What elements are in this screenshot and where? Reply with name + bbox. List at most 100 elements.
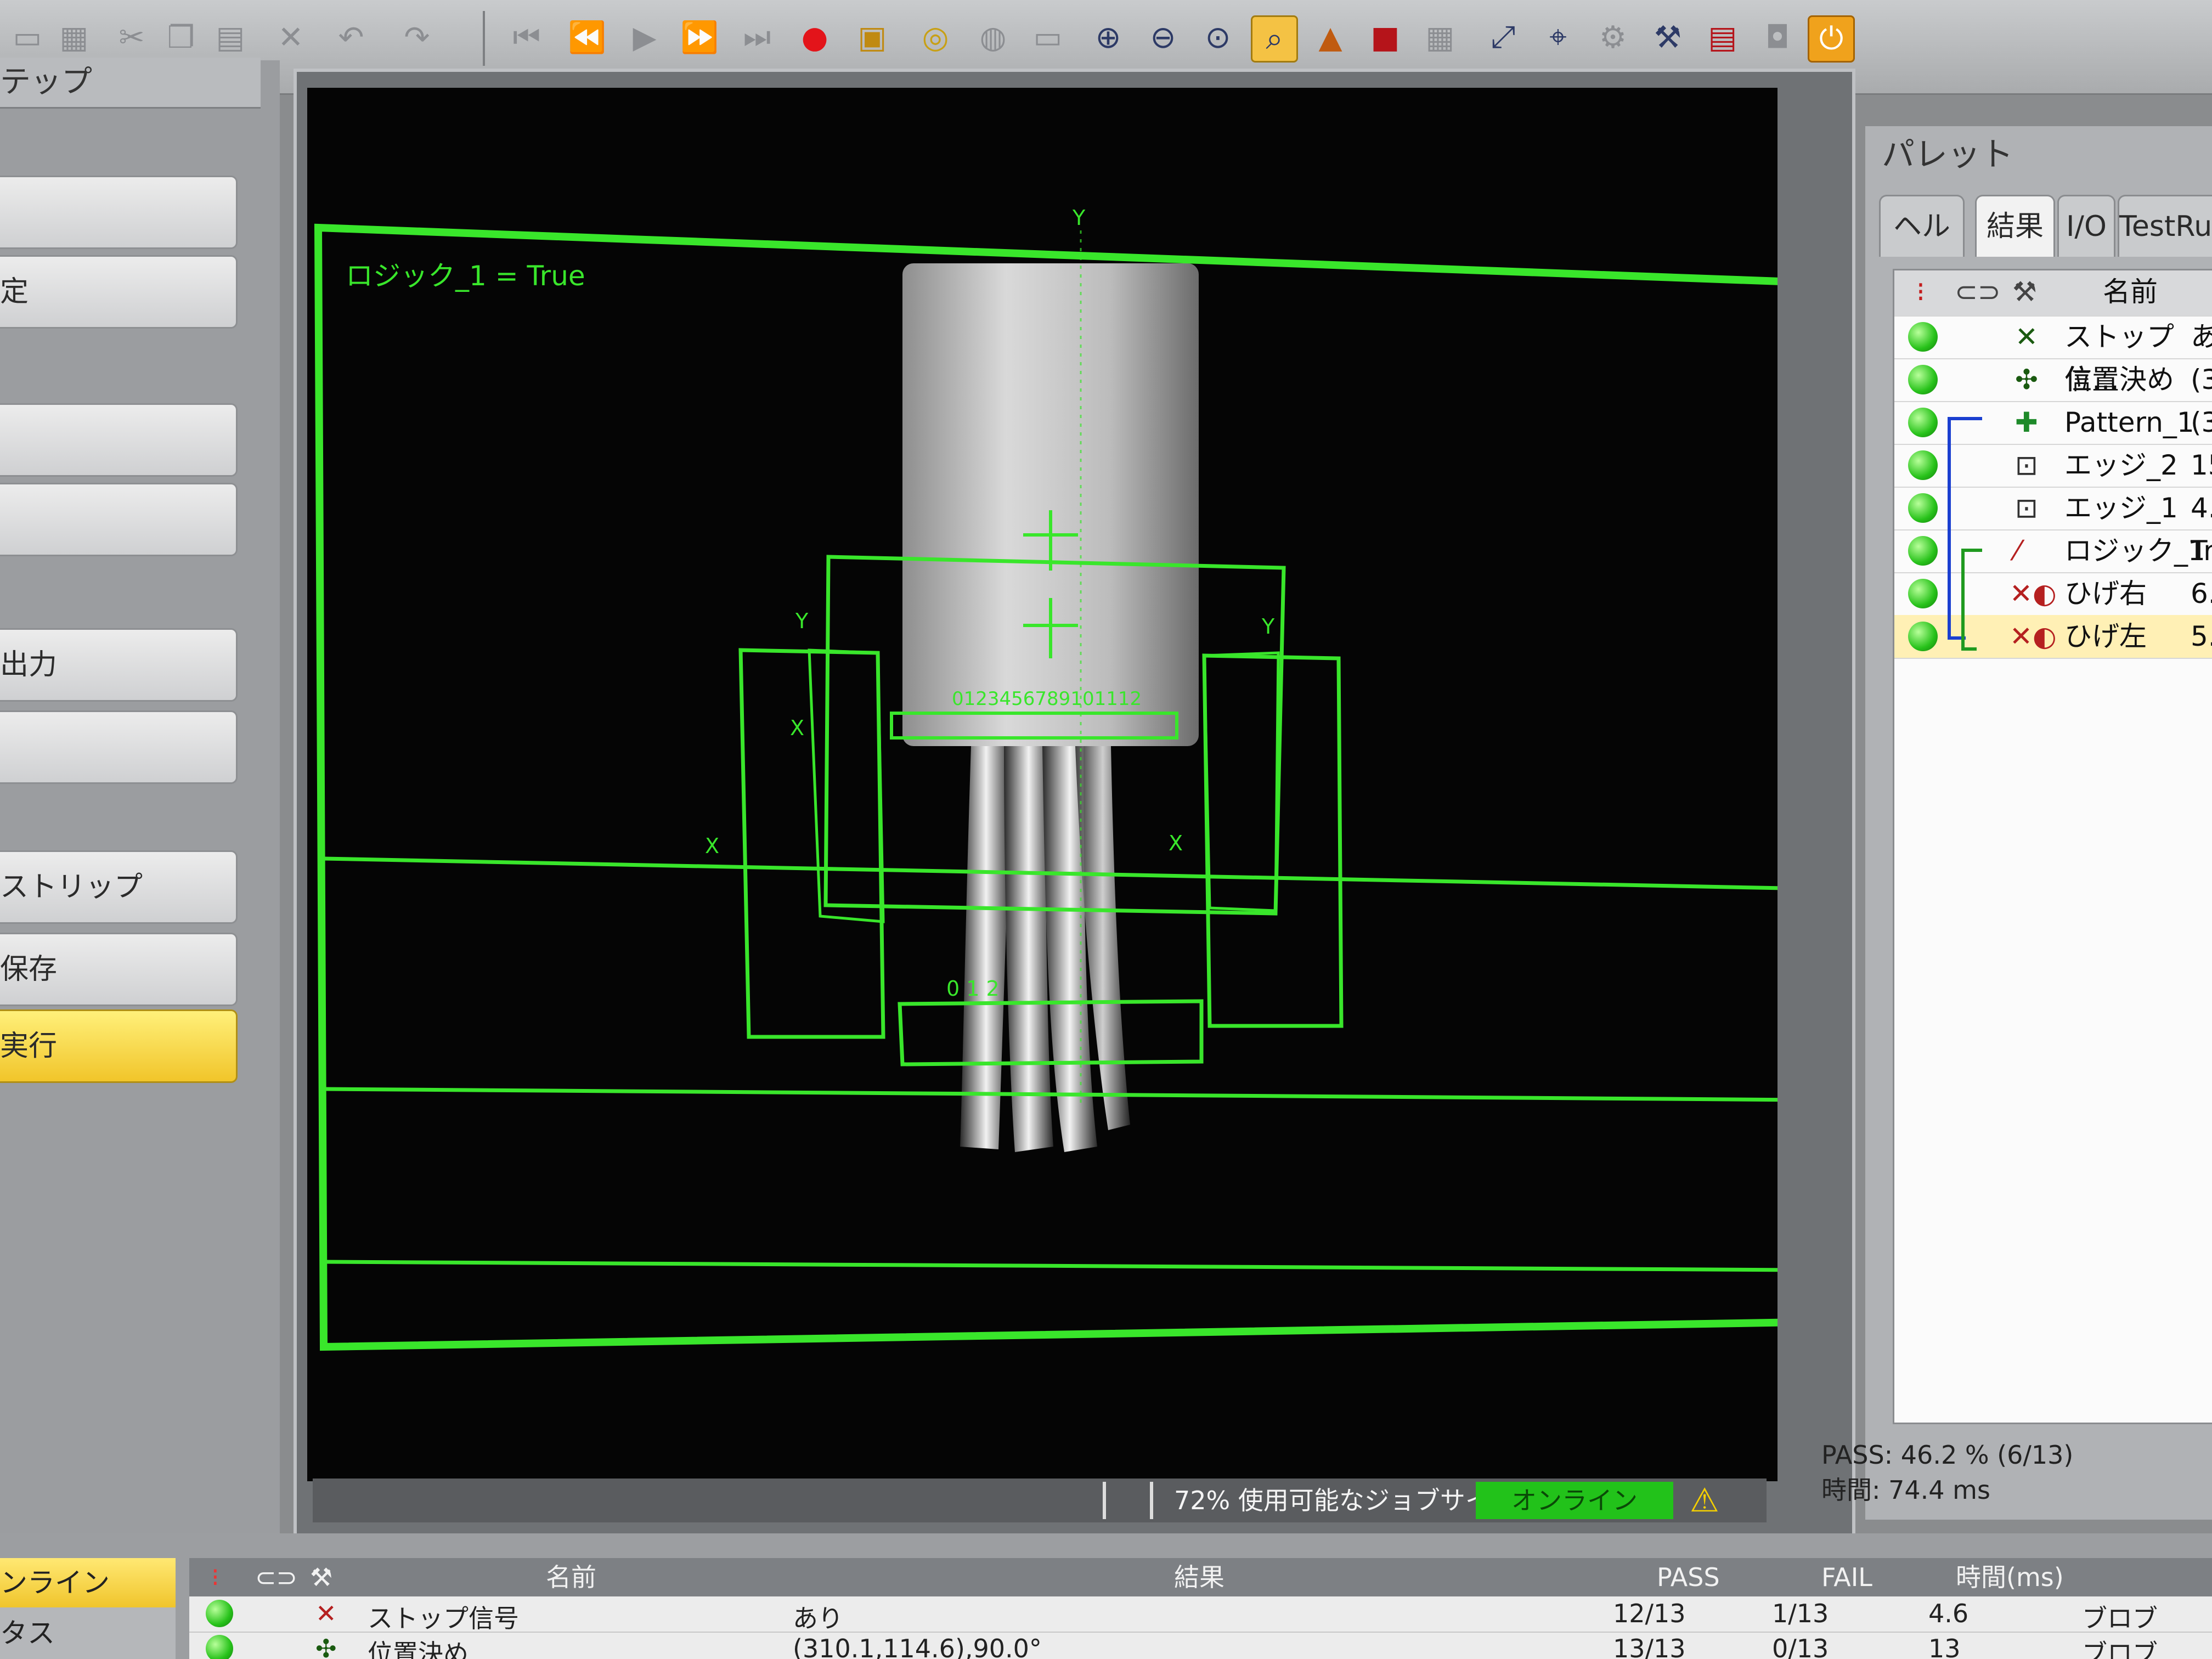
calibration-icon[interactable]: ⌖ — [1536, 15, 1580, 59]
io-icon[interactable]: ⚒ — [1646, 15, 1690, 59]
column-header-pass[interactable]: PASS — [1657, 1558, 1720, 1596]
execution-time-text: 時間: 74.4 ms — [1821, 1475, 1990, 1505]
list-item[interactable]: ✕◐ ひげ右 6.0 — [1894, 572, 2212, 616]
tab-testrun[interactable]: TestRun — [2118, 195, 2212, 257]
blob-tool-icon: ✕◐ — [2010, 578, 2057, 610]
undo-icon[interactable]: ↶ — [329, 15, 373, 59]
y-axis-label: Y — [1261, 614, 1275, 639]
image-icon[interactable]: ▦ — [52, 15, 96, 59]
tab-results[interactable]: 結果 — [1975, 195, 2055, 257]
column-header-name[interactable]: 名前 — [546, 1558, 596, 1596]
last-frame-icon[interactable]: ⏭ — [735, 15, 779, 59]
online-power-icon[interactable]: ⏻ — [1808, 15, 1855, 63]
row-time: 13 — [1928, 1634, 1961, 1659]
row-value: 5.0 — [2191, 620, 2212, 652]
table-row[interactable]: ✣ 位置決め (310.1,114.6),90.0° 13/13 0/13 13… — [189, 1633, 2212, 1659]
online-status: オンライン — [1476, 1482, 1673, 1519]
settings-icon[interactable]: ⚙ — [1591, 15, 1635, 59]
palette-summary: PASS: 46.2 % (6/13) 時間: 74.4 ms — [1821, 1437, 2073, 1508]
row-value: あ — [2191, 321, 2212, 353]
list-item[interactable]: ⁄ ロジック_1 Tr — [1894, 529, 2212, 573]
pass-rate-text: PASS: 46.2 % (6/13) — [1821, 1440, 2074, 1470]
delete-icon[interactable]: ✕ — [269, 15, 313, 59]
row-value: 15 — [2191, 449, 2212, 481]
folder-icon[interactable]: ▣ — [850, 15, 894, 59]
tab-status[interactable]: タス — [0, 1607, 176, 1659]
row-fail: 1/13 — [1772, 1599, 1829, 1628]
step-button-1[interactable] — [0, 176, 238, 249]
list-item[interactable]: ✣ 位置決め (3 — [1894, 358, 2212, 402]
list-item[interactable]: ✕ ストップ信… あ — [1894, 315, 2212, 396]
live-icon[interactable]: ◍ — [971, 15, 1015, 59]
tab-io[interactable]: I/O — [2057, 195, 2115, 257]
zoom-fit-icon[interactable]: ⌕ — [1251, 15, 1298, 63]
pass-led-icon — [1908, 493, 1938, 523]
fast-forward-icon[interactable]: ⏩ — [678, 15, 721, 59]
open-icon[interactable]: ▭ — [5, 15, 49, 59]
fit-window-icon[interactable]: ⤢ — [1481, 15, 1525, 59]
list-item-selected[interactable]: ✕◐ ひげ左 5.0 — [1894, 615, 2212, 659]
warning-icon[interactable]: ⚠ — [1690, 1482, 1728, 1519]
tab-help[interactable]: ヘルプ — [1879, 195, 1965, 303]
report-icon[interactable]: ▤ — [1701, 15, 1745, 59]
zoom-in-icon[interactable]: ⊕ — [1086, 15, 1130, 59]
edge-2-index-label: 0123456789101112 — [952, 688, 1142, 710]
step-button-3[interactable] — [0, 403, 238, 477]
camera-image-view[interactable]: ロジック_1 = True Y Y Y X X X 01234567891011… — [307, 88, 1815, 1481]
step-button-2[interactable]: 定 — [0, 255, 238, 329]
blob-tool-icon: ✕ — [2015, 321, 2038, 353]
pass-led-icon — [1908, 322, 1938, 352]
rewind-icon[interactable]: ⏪ — [565, 15, 609, 59]
row-pass: 12/13 — [1613, 1599, 1686, 1628]
column-header-result[interactable]: 結果 — [1174, 1558, 1224, 1596]
record-icon[interactable]: ● — [793, 15, 837, 59]
copy-icon[interactable]: ❐ — [159, 15, 203, 59]
results-table-header: ⁝ ⊂⊃ ⚒ 名前 結果 PASS FAIL 時間(ms) — [189, 1558, 2212, 1596]
step-button-save[interactable]: 保存 — [0, 933, 238, 1006]
step-button-5[interactable]: 出力 — [0, 628, 238, 702]
zoom-one-icon[interactable]: ⊙ — [1196, 15, 1240, 59]
grid-icon[interactable]: ▦ — [1418, 15, 1462, 59]
emulator-icon[interactable]: ◘ — [1756, 15, 1799, 59]
logic-tool-icon: ⁄ — [2015, 535, 2020, 567]
step-button-6[interactable] — [0, 710, 238, 784]
column-header-fail[interactable]: FAIL — [1821, 1558, 1872, 1596]
column-header-time[interactable]: 時間(ms) — [1956, 1558, 2064, 1596]
results-list-header: ⁝ ⊂⊃ ⚒ 名前 — [1894, 270, 2212, 317]
step-button-run[interactable]: 実行 — [0, 1009, 238, 1083]
trigger-icon[interactable]: ◎ — [913, 15, 957, 59]
list-item[interactable]: ⊡ エッジ_2 15 — [1894, 444, 2212, 488]
zoom-out-icon[interactable]: ⊖ — [1141, 15, 1185, 59]
play-icon[interactable]: ▶ — [623, 15, 667, 59]
pass-led-icon — [1908, 365, 1938, 394]
x-axis-label: X — [705, 834, 719, 858]
tool-column-icon: ⚒ — [310, 1562, 333, 1592]
step-button-4[interactable] — [0, 483, 238, 556]
blob-tool-icon: ✕ — [315, 1599, 337, 1628]
tab-online[interactable]: ンライン — [0, 1558, 176, 1607]
dependency-links — [1948, 417, 1982, 651]
step-button-filmstrip[interactable]: ストリップ — [0, 850, 238, 924]
paste-icon[interactable]: ▤ — [208, 15, 252, 59]
row-value: (3 — [2191, 407, 2212, 438]
first-frame-icon[interactable]: ⏮ — [505, 15, 549, 59]
table-row[interactable]: ✕ ストップ信号 あり 12/13 1/13 4.6 ブロブ — [189, 1596, 2212, 1633]
list-item[interactable]: ⊡ エッジ_1 4.0 — [1894, 487, 2212, 531]
row-name: エッジ_2 — [2064, 449, 2178, 481]
link-column-icon: ⊂⊃ — [255, 1562, 298, 1592]
row-name: ストップ信号 — [368, 1604, 519, 1633]
list-item[interactable]: ✚ Pattern_1 (3 — [1894, 401, 2212, 445]
camera-icon[interactable]: ▭ — [1026, 15, 1070, 59]
edge-1-index-label: 0 1 2 — [946, 977, 1000, 1001]
row-name: 位置決め — [368, 1639, 469, 1659]
row-time: 4.6 — [1928, 1599, 1969, 1628]
fixture-tool-icon: ✣ — [2015, 364, 2038, 396]
steps-panel-title: テップ — [0, 58, 261, 109]
redo-icon[interactable]: ↷ — [395, 15, 439, 59]
y-axis-label: Y — [1072, 206, 1086, 230]
histogram-icon[interactable]: ▲ — [1308, 15, 1352, 59]
cut-icon[interactable]: ✂ — [110, 15, 154, 59]
scroll-handle[interactable] — [1103, 1482, 1153, 1519]
row-name: エッジ_1 — [2064, 492, 2178, 524]
overlay-icon[interactable]: ■ — [1363, 15, 1407, 59]
